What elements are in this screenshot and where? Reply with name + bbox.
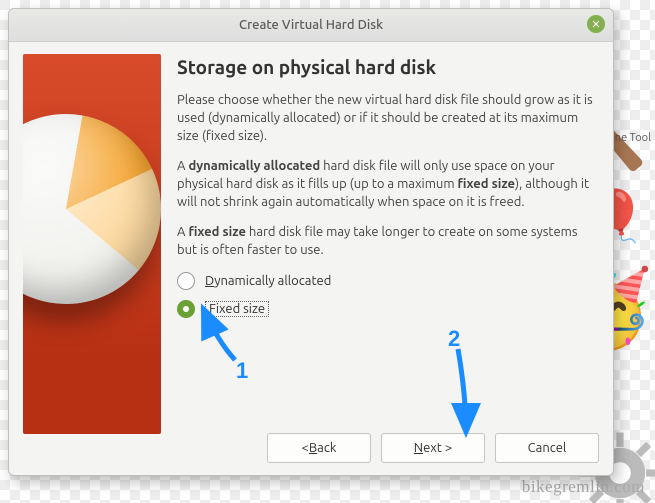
- radio-label-dynamic: Dynamically allocated: [205, 274, 331, 288]
- titlebar: Create Virtual Hard Disk ✕: [9, 9, 613, 42]
- bg-tool-label: ine Tool: [612, 132, 651, 144]
- pie-chart-icon: [23, 99, 161, 319]
- radio-label-fixed: Fixed size: [205, 301, 269, 317]
- cancel-button[interactable]: Cancel: [495, 433, 599, 463]
- wizard-content: Storage on physical hard disk Please cho…: [177, 54, 599, 421]
- fixed-paragraph: A fixed size hard disk file may take lon…: [177, 224, 593, 260]
- radio-fixed-size[interactable]: Fixed size: [177, 300, 593, 318]
- wizard-side-image: [23, 54, 161, 434]
- watermark: bikegremlin.com: [522, 477, 645, 497]
- page-heading: Storage on physical hard disk: [177, 56, 593, 78]
- wizard-dialog: Create Virtual Hard Disk ✕ Storage on ph…: [8, 8, 614, 476]
- dynamic-paragraph: A dynamically allocated hard disk file w…: [177, 158, 593, 212]
- radio-icon-selected: [177, 300, 195, 318]
- window-title: Create Virtual Hard Disk: [239, 18, 383, 32]
- radio-dynamically-allocated[interactable]: Dynamically allocated: [177, 272, 593, 290]
- radio-icon: [177, 272, 195, 290]
- close-icon[interactable]: ✕: [587, 15, 605, 33]
- next-button[interactable]: Next >: [381, 433, 485, 463]
- back-button[interactable]: < Back: [267, 433, 371, 463]
- intro-paragraph: Please choose whether the new virtual ha…: [177, 92, 593, 146]
